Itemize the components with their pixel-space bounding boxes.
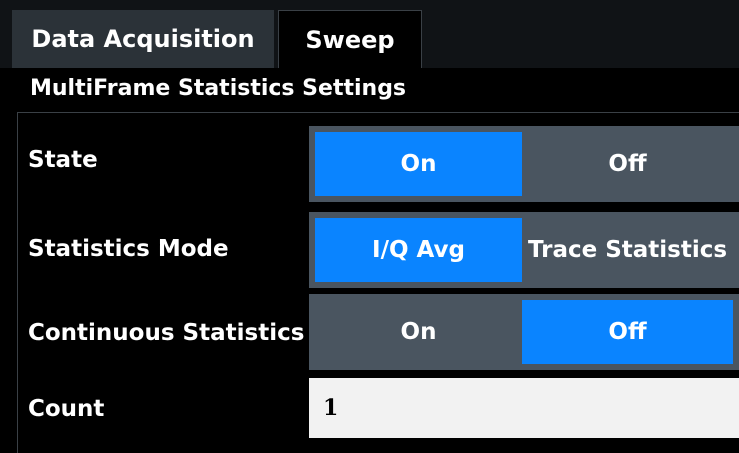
tab-sweep[interactable]: Sweep: [278, 10, 422, 68]
statistics-mode-toggle: I/Q Avg Trace Statistics: [309, 212, 739, 288]
state-on-button[interactable]: On: [315, 132, 522, 196]
statistics-mode-iq-avg-button[interactable]: I/Q Avg: [315, 218, 522, 282]
multiframe-statistics-dialog: Data Acquisition Sweep MultiFrame Statis…: [0, 0, 739, 453]
count-label: Count: [28, 396, 105, 422]
state-label: State: [28, 147, 98, 173]
state-toggle: On Off: [309, 126, 739, 202]
tab-bar: Data Acquisition Sweep: [0, 0, 739, 68]
continuous-statistics-toggle: On Off: [309, 294, 739, 370]
state-off-button[interactable]: Off: [522, 132, 733, 196]
continuous-statistics-off-button[interactable]: Off: [522, 300, 733, 364]
statistics-mode-trace-statistics-button[interactable]: Trace Statistics: [522, 218, 733, 282]
section-title: MultiFrame Statistics Settings: [30, 76, 407, 101]
continuous-statistics-on-button[interactable]: On: [315, 300, 522, 364]
count-input[interactable]: 1: [309, 378, 739, 438]
statistics-mode-label: Statistics Mode: [28, 236, 229, 262]
continuous-statistics-label: Continuous Statistics: [28, 320, 305, 346]
tab-data-acquisition[interactable]: Data Acquisition: [12, 10, 274, 68]
